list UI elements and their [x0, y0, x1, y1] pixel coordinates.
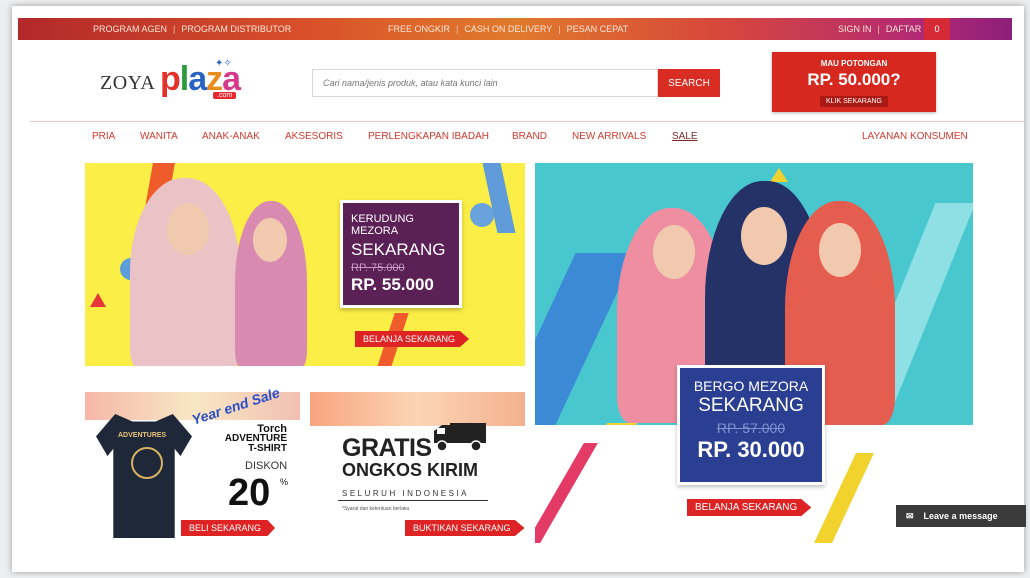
bergo-price-card: BERGO MEZORA SEKARANG RP. 57.000 RP. 30.… — [677, 365, 825, 485]
promo-amount: RP. 50.000? — [807, 70, 901, 89]
torch-product-line2: T-SHIRT — [248, 443, 287, 454]
leave-message-widget[interactable]: ✉ Leave a message — [896, 505, 1026, 527]
torch-product-title: Torch ADVENTURE T-SHIRT — [225, 424, 287, 454]
diskon-label: DISKON — [245, 460, 288, 472]
model-face — [653, 225, 695, 279]
nav-aksesoris[interactable]: AKSESORIS — [285, 131, 343, 142]
nav-brand[interactable]: BRAND — [512, 131, 547, 142]
nav-pria[interactable]: PRIA — [92, 131, 115, 142]
nav-perlengkapan-ibadah[interactable]: PERLENGKAPAN IBADAH — [368, 131, 489, 142]
leave-message-label: Leave a message — [923, 511, 998, 521]
discount-promo-box[interactable]: MAU POTONGAN RP. 50.000? KLIK SEKARANG — [772, 52, 936, 112]
card-line2: MEZORA — [351, 225, 399, 237]
site-logo[interactable]: ZOYA plaza ✦✧ .com — [100, 50, 250, 110]
separator: | — [173, 24, 176, 34]
search-input[interactable] — [312, 69, 658, 97]
buktikan-sekarang-button[interactable]: BUKTIKAN SEKARANG — [405, 520, 525, 536]
model-face — [741, 207, 787, 265]
tshirt-print-text: ADVENTURES — [118, 432, 167, 439]
search-button[interactable]: SEARCH — [658, 69, 720, 97]
nav-wanita[interactable]: WANITA — [140, 131, 178, 142]
logo-zoya-text: ZOYA — [100, 72, 156, 94]
gratis-text: GRATIS — [342, 434, 432, 462]
free-ongkir-text: FREE ONGKIR — [388, 24, 451, 34]
model-face — [819, 223, 861, 277]
ongkos-kirim-text: ONGKOS KIRIM — [342, 460, 479, 480]
syarat-text: *Syarat dan ketentuan berlaku — [342, 506, 410, 512]
separator: | — [877, 24, 880, 34]
decor-circle — [470, 203, 494, 227]
seluruh-indonesia-text: SELURUH INDONESIA — [342, 489, 469, 498]
decor-triangle — [90, 293, 106, 307]
sign-in-link[interactable]: SIGN IN — [838, 24, 872, 34]
nav-anak-anak[interactable]: ANAK-ANAK — [202, 131, 260, 142]
belanja-sekarang-button[interactable]: BELANJA SEKARANG — [355, 331, 470, 347]
tshirt-emblem — [131, 447, 163, 479]
nav-new-arrivals[interactable]: NEW ARRIVALS — [572, 131, 646, 142]
logo-dotcom-text: .com — [213, 92, 237, 99]
model-face — [253, 218, 287, 262]
card-line3: SEKARANG — [351, 240, 446, 259]
diskon-value: 20 — [228, 472, 271, 514]
nav-layanan-konsumen[interactable]: LAYANAN KONSUMEN — [862, 131, 968, 142]
new-price: RP. 55.000 — [351, 275, 434, 294]
separator: | — [456, 24, 459, 34]
program-distributor-link[interactable]: PROGRAM DISTRIBUTOR — [181, 24, 291, 34]
belanja-sekarang-button[interactable]: BELANJA SEKARANG — [687, 499, 812, 516]
pesan-cepat-text: PESAN CEPAT — [566, 24, 629, 34]
decor-triangle — [770, 168, 788, 182]
banner-bergo[interactable]: BELANJA SEKARANG — [535, 163, 973, 547]
promo-line1: MAU POTONGAN — [820, 59, 888, 68]
model-face — [167, 203, 209, 255]
old-price: RP. 57.000 — [716, 420, 786, 436]
card-line1: KERUDUNG — [351, 213, 414, 225]
decor-band — [310, 392, 525, 426]
percent-sign: % — [280, 477, 289, 487]
header-divider — [30, 121, 1025, 122]
nav-sale[interactable]: SALE — [672, 131, 698, 142]
beli-sekarang-button[interactable]: BELI SEKARANG — [181, 520, 276, 536]
card-line2: SEKARANG — [698, 395, 804, 416]
card-line1: BERGO MEZORA — [693, 378, 809, 394]
top-bar: PROGRAM AGEN | PROGRAM DISTRIBUTOR FREE … — [18, 18, 1012, 40]
new-price: RP. 30.000 — [697, 437, 805, 462]
truck-icon — [434, 423, 486, 452]
kerudung-price-card: KERUDUNG MEZORA SEKARANG RP. 75.000 RP. … — [340, 200, 462, 308]
divider-line — [338, 500, 488, 501]
search-bar: SEARCH — [312, 69, 720, 97]
mail-icon: ✉ — [906, 511, 914, 521]
daftar-link[interactable]: DAFTAR — [886, 24, 921, 34]
klik-sekarang-button[interactable]: KLIK SEKARANG — [819, 96, 889, 107]
cart-button[interactable]: 0 — [924, 18, 950, 40]
cod-text: CASH ON DELIVERY — [464, 24, 553, 34]
separator: | — [558, 24, 561, 34]
old-price: RP. 75.000 — [351, 262, 405, 274]
program-agen-link[interactable]: PROGRAM AGEN — [93, 24, 167, 34]
sparkle-icon: ✦✧ — [215, 58, 232, 69]
